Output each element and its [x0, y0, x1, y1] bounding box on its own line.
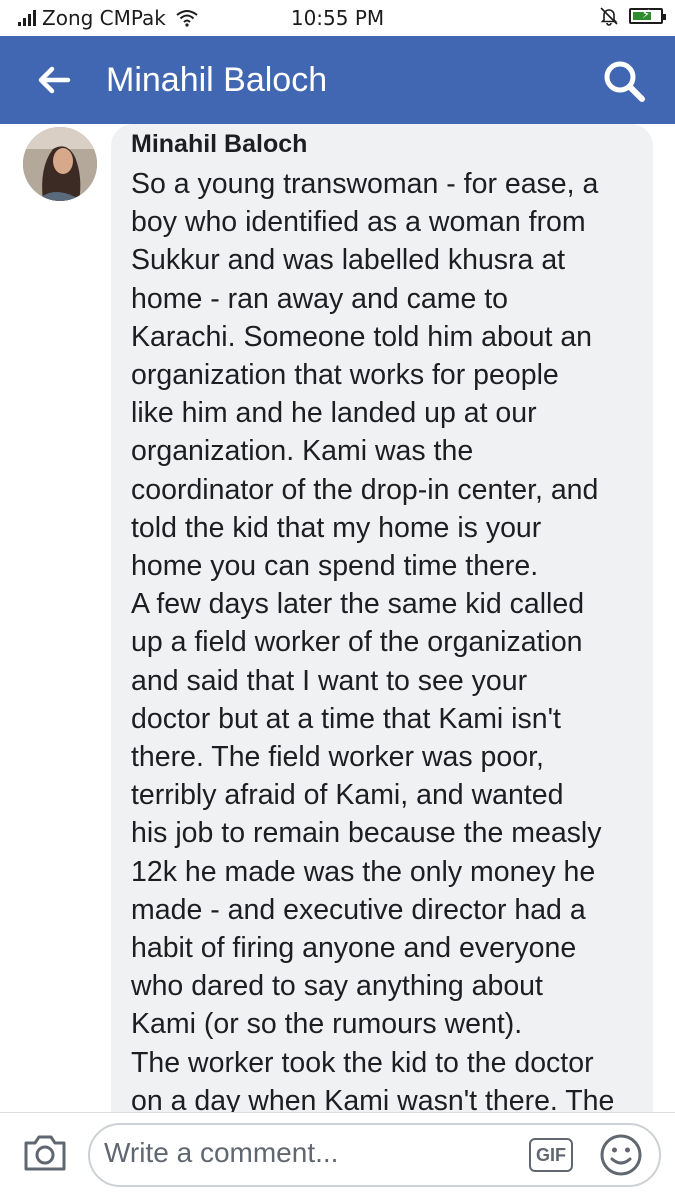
battery-charging-icon: ⚡	[629, 7, 666, 24]
comment-line: Sukkur and was labelled khusra at	[131, 244, 566, 277]
gif-button[interactable]: GIF	[529, 1138, 573, 1172]
comment-text: So a young transwoman - for ease, a boy w…	[131, 165, 646, 1112]
search-icon[interactable]	[601, 58, 647, 104]
alarm-icon	[600, 7, 618, 26]
comment-line: who dared to say anything about	[131, 970, 543, 1003]
page-title: Minahil Baloch	[106, 61, 328, 99]
comment-line: made - and executive director had a	[131, 893, 586, 926]
camera-icon[interactable]	[22, 1133, 68, 1173]
comment-line: coordinator of the drop-in center, and	[131, 473, 599, 506]
emoji-icon[interactable]	[599, 1133, 643, 1177]
comment-line: on a day when Kami wasn't there. The	[131, 1084, 615, 1112]
app-bar: Minahil Baloch	[0, 36, 675, 124]
comment-line: organization. Kami was the	[131, 435, 474, 468]
comment-composer: Write a comment... GIF	[0, 1112, 675, 1201]
clock: 10:55 PM	[290, 6, 385, 30]
comment-line: A few days later the same kid called	[131, 588, 585, 621]
comment-line: boy who identified as a woman from	[131, 206, 586, 239]
status-bar: Zong CMPak 10:55 PM ⚡	[0, 0, 675, 36]
comment-input[interactable]: Write a comment... GIF	[88, 1123, 661, 1187]
comment-line: like him and he landed up at our	[131, 397, 537, 430]
comment-line: terribly afraid of Kami, and wanted	[131, 779, 564, 812]
comment-line: 12k he made was the only money he	[131, 855, 596, 888]
comment-placeholder: Write a comment...	[104, 1137, 339, 1168]
comment-author[interactable]: Minahil Baloch	[131, 130, 307, 159]
comment-line: Karachi. Someone told him about an	[131, 320, 593, 353]
comment-line: up a field worker of the organization	[131, 626, 583, 659]
comment-line: Kami (or so the rumours went).	[131, 1008, 523, 1041]
back-arrow-icon[interactable]	[34, 60, 74, 100]
comment-line: home you can spend time there.	[131, 550, 539, 583]
comment-line: habit of firing anyone and everyone	[131, 932, 577, 965]
comment-bubble: Minahil Baloch So a young transwoman - f…	[111, 124, 653, 1112]
comment-line: told the kid that my home is your	[131, 511, 542, 544]
avatar[interactable]	[23, 127, 97, 201]
comment-line: there. The field worker was poor,	[131, 741, 544, 774]
comment-line: home - ran away and came to	[131, 282, 509, 315]
comment-line: doctor but at a time that Kami isn't	[131, 702, 561, 735]
comment-thread: Minahil Baloch So a young transwoman - f…	[0, 124, 675, 1112]
comment-line: and said that I want to see your	[131, 664, 528, 697]
comment-line: The worker took the kid to the doctor	[131, 1046, 594, 1079]
comment-line: his job to remain because the measly	[131, 817, 602, 850]
comment-line: organization that works for people	[131, 359, 559, 392]
comment-line: So a young transwoman - for ease, a	[131, 168, 599, 200]
